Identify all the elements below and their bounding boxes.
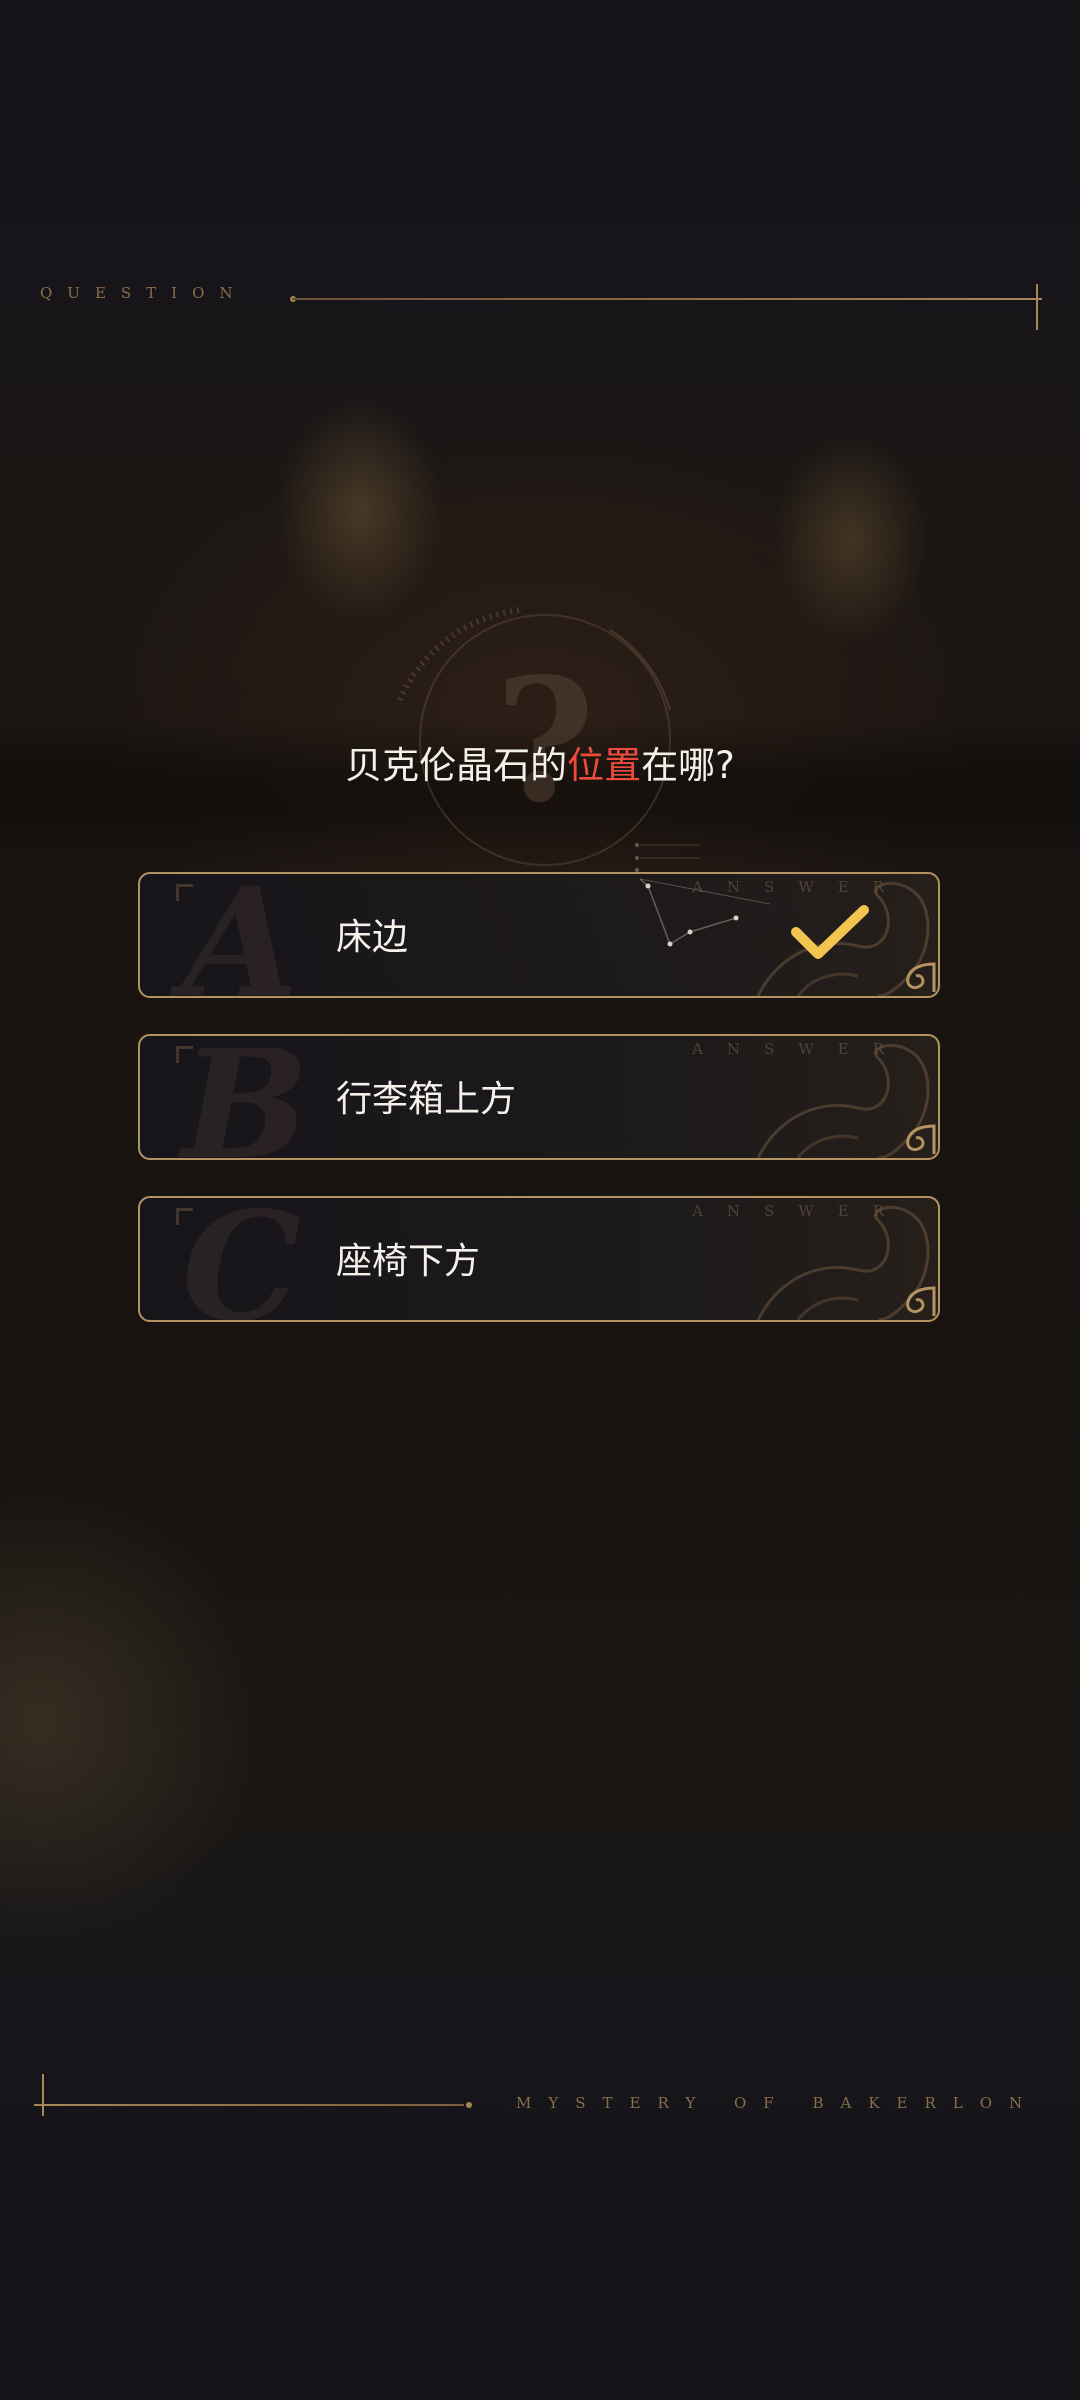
answer-option-c[interactable]: C ANSWER 座椅下方 xyxy=(138,1196,940,1322)
answer-letter: C xyxy=(182,1196,302,1322)
answer-letter: B xyxy=(182,1034,309,1160)
constellation-icon xyxy=(640,878,771,947)
question-header-label: QUESTION xyxy=(40,284,248,302)
check-icon xyxy=(791,905,869,959)
answer-option-a[interactable]: A ANSWER 床边 xyxy=(138,872,940,998)
question-text: 贝克伦晶石的位置在哪? xyxy=(0,735,1080,789)
question-highlight: 位置 xyxy=(567,744,642,787)
answer-letter: A xyxy=(182,872,299,998)
footer-title-label: MYSTERY OF BAKERLON xyxy=(516,2094,1040,2112)
header-line xyxy=(292,298,1042,300)
question-suffix: 在哪? xyxy=(641,744,735,787)
corner-scroll-icon xyxy=(906,962,936,992)
answer-text: 座椅下方 xyxy=(336,1241,481,1282)
answer-option-b[interactable]: B ANSWER 行李箱上方 xyxy=(138,1034,940,1160)
answer-text: 行李箱上方 xyxy=(336,1079,517,1120)
header-line-tick xyxy=(1036,284,1038,330)
footer-line xyxy=(34,2104,464,2106)
corner-scroll-icon xyxy=(906,1124,936,1154)
answer-text: 床边 xyxy=(336,917,409,958)
corner-scroll-icon xyxy=(906,1286,936,1316)
footer-line-dot xyxy=(466,2102,472,2108)
question-prefix: 贝克伦晶石的 xyxy=(345,744,568,787)
footer-line-tick xyxy=(42,2074,44,2116)
